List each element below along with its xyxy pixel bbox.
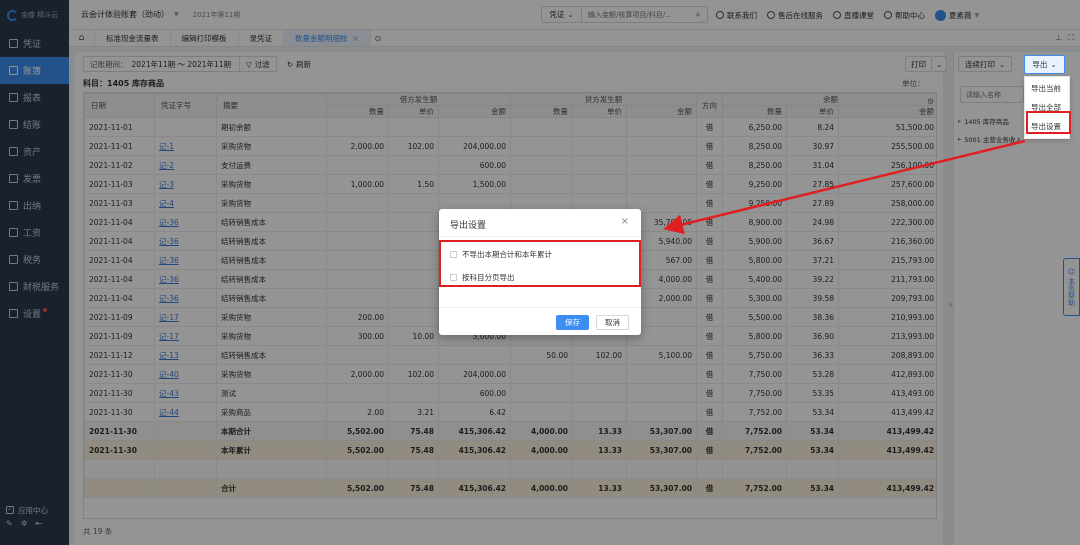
app-root: 金蝶 精斗云 凭证 账簿 报表 结账 资产 发票 出纳 工资 税务 财税服务 设置 ✓ 应用中心 ✎… [0, 0, 1080, 545]
annotation-arrow [663, 139, 1026, 235]
